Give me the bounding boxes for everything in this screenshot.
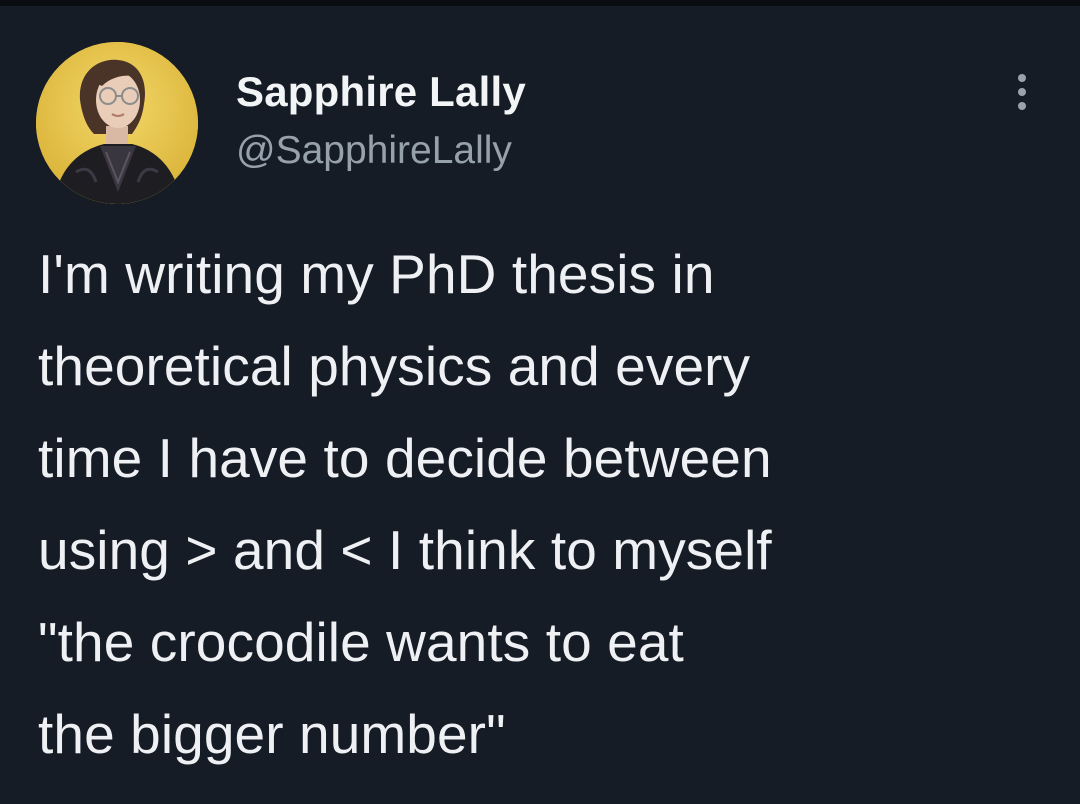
- user-handle[interactable]: @SapphireLally: [236, 128, 526, 174]
- display-name[interactable]: Sapphire Lally: [236, 68, 526, 116]
- avatar[interactable]: [36, 42, 198, 204]
- tweet-text: I'm writing my PhD thesis in theoretical…: [38, 243, 772, 765]
- author-names: Sapphire Lally @SapphireLally: [236, 68, 526, 174]
- tweet-card: Sapphire Lally @SapphireLally I'm writin…: [0, 0, 1080, 804]
- more-options-button[interactable]: [1002, 70, 1042, 114]
- avatar-photo: [36, 42, 198, 204]
- more-vertical-icon: [1018, 74, 1026, 110]
- tweet-header: Sapphire Lally @SapphireLally: [36, 42, 1046, 204]
